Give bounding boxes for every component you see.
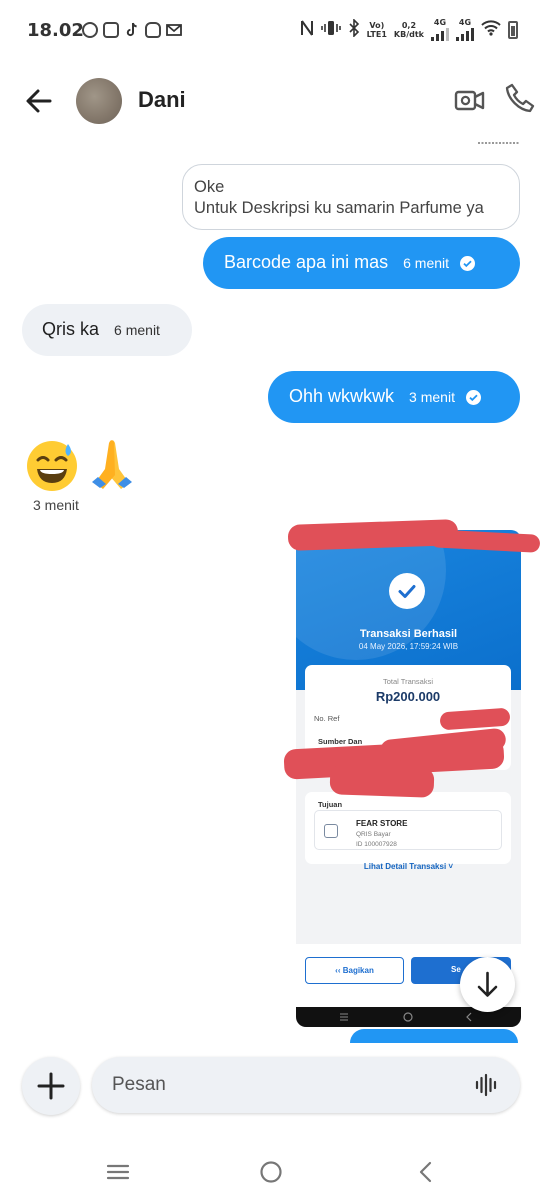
- redaction-scribble: [478, 142, 520, 144]
- share-button: ‹‹ Bagikan: [305, 957, 404, 984]
- folded-hands-emoji-icon: [92, 440, 132, 489]
- store-type: QRIS Bayar: [356, 831, 391, 838]
- share-label: Bagikan: [342, 966, 374, 975]
- video-camera-icon: [454, 90, 485, 111]
- whatsapp-icon: [82, 22, 98, 38]
- scroll-to-bottom-button[interactable]: [460, 957, 515, 1012]
- quoted-message-line2: Untuk Deskripsi ku samarin Parfume ya: [194, 199, 484, 217]
- network-speed: 0,2 KB/dtk: [394, 21, 424, 39]
- message-text: Barcode apa ini mas: [224, 252, 389, 272]
- message-outgoing-barcode[interactable]: Barcode apa ini mas 6 menit: [203, 237, 520, 289]
- ref-label: No. Ref: [314, 714, 340, 723]
- voice-message-button[interactable]: [472, 1071, 500, 1099]
- total-value: Rp200.000: [375, 689, 441, 704]
- message-input[interactable]: [112, 1065, 452, 1105]
- network-speed-unit: KB/dtk: [393, 29, 424, 39]
- store-box: FEAR STORE QRIS Bayar ID 100007928: [314, 810, 502, 850]
- network-speed-value: 0,2: [401, 20, 417, 30]
- store-name: FEAR STORE: [356, 819, 408, 828]
- video-call-button[interactable]: [454, 86, 486, 116]
- signal-sim1-gen: 4G: [433, 18, 447, 27]
- lte-label: LTE1: [366, 29, 387, 39]
- voice-call-button[interactable]: [504, 82, 536, 114]
- nfc-icon: [300, 19, 314, 40]
- contact-name[interactable]: Dani: [138, 87, 186, 113]
- share-icon: ‹‹: [335, 966, 341, 975]
- read-check-icon: [460, 255, 476, 271]
- signal-sim2-gen: 4G: [458, 18, 472, 27]
- add-attachment-button[interactable]: [22, 1057, 80, 1115]
- tiktok-icon: [124, 22, 140, 38]
- quoted-message-line1: Oke: [194, 178, 225, 196]
- voice-wave-icon: [475, 1073, 497, 1097]
- detail-link: Lihat Detail Transaksi ˅: [363, 862, 454, 871]
- notification-icons: [82, 22, 182, 38]
- total-label: Total Transaksi: [382, 677, 434, 686]
- message-incoming-qris[interactable]: Qris ka 6 menit: [22, 304, 192, 356]
- battery-icon: [508, 20, 518, 39]
- system-indicators: Vo) LTE1 0,2 KB/dtk 4G 4G: [300, 18, 518, 41]
- volte-label: Vo): [369, 20, 385, 30]
- arrow-down-icon: [477, 971, 498, 997]
- message-time: 6 menit: [114, 322, 160, 338]
- redaction-mark: [329, 764, 435, 798]
- message-time: 3 menit: [409, 389, 455, 405]
- message-incoming-emoji[interactable]: [24, 436, 144, 496]
- message-outgoing-ohh[interactable]: Ohh wkwkwk 3 menit: [268, 371, 520, 423]
- chat-header: Dani: [0, 66, 542, 134]
- instagram-icon: [103, 22, 119, 38]
- message-text: Ohh wkwkwk: [289, 386, 395, 406]
- bluetooth-icon: [348, 18, 360, 40]
- destination-label: Tujuan: [318, 800, 343, 809]
- arrow-left-icon: [26, 89, 52, 113]
- cat-app-icon: [145, 22, 161, 38]
- message-time: 3 menit: [33, 497, 79, 513]
- home-button[interactable]: [259, 1160, 283, 1184]
- volte-indicator: Vo) LTE1: [367, 21, 387, 39]
- vibrate-icon: [320, 20, 341, 39]
- wifi-icon: [481, 20, 501, 39]
- plus-icon: [37, 1072, 65, 1100]
- message-text: Qris ka: [42, 319, 100, 339]
- system-back-button[interactable]: [414, 1160, 438, 1184]
- read-check-icon: [465, 389, 481, 405]
- home-circle-icon: [260, 1161, 282, 1183]
- phone-icon: [505, 83, 535, 113]
- back-button[interactable]: [22, 84, 56, 118]
- gmail-icon: [166, 22, 182, 38]
- sweat-smile-emoji-icon: [27, 441, 77, 491]
- receipt-destination-card: Tujuan FEAR STORE QRIS Bayar ID 10000792…: [305, 792, 511, 864]
- status-bar: 18.02 Vo) LTE1 0,2 KB/dtk 4G 4G: [0, 0, 542, 64]
- success-check-icon: [389, 573, 425, 609]
- store-id: ID 100007928: [356, 841, 397, 848]
- message-time: 6 menit: [403, 255, 450, 271]
- receipt-title: Transaksi Berhasil: [359, 628, 458, 640]
- source-label: Sumber Dan: [318, 737, 363, 746]
- chevron-left-icon: [419, 1161, 432, 1183]
- message-outgoing-partial[interactable]: [350, 1029, 518, 1043]
- recent-apps-button[interactable]: [106, 1160, 130, 1184]
- quoted-message[interactable]: Oke Untuk Deskripsi ku samarin Parfume y…: [182, 164, 520, 230]
- status-time: 18.02: [27, 20, 84, 41]
- signal-sim2: 4G: [456, 18, 474, 41]
- receipt-date: 04 May 2026, 17:59:24 WIB: [358, 642, 459, 651]
- menu-lines-icon: [106, 1164, 130, 1180]
- system-navigation-bar: [0, 1140, 542, 1200]
- signal-sim1: 4G: [431, 18, 449, 41]
- message-composer: [92, 1057, 520, 1113]
- contact-avatar[interactable]: [76, 78, 122, 124]
- store-icon: [324, 824, 338, 838]
